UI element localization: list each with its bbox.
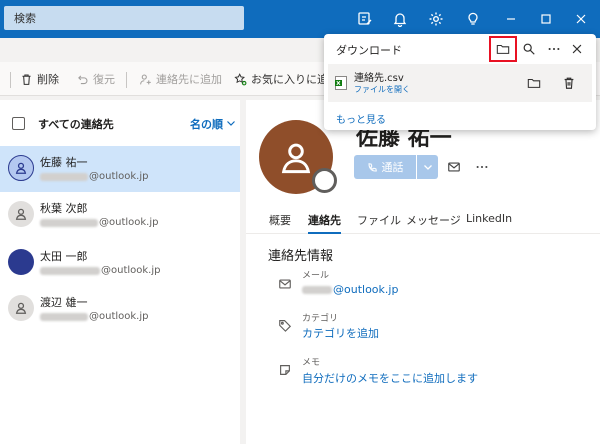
mail-icon — [279, 279, 291, 289]
star-add-icon — [234, 72, 247, 85]
search-placeholder: 検索 — [14, 12, 36, 25]
avatar — [8, 249, 34, 275]
note-icon — [280, 365, 290, 375]
list-header: すべての連絡先 名の順 — [0, 100, 240, 146]
call-label: 通話 — [381, 161, 404, 174]
delete-button[interactable]: 削除 — [20, 71, 59, 87]
person-icon — [15, 162, 27, 174]
memo-label: メモ — [302, 358, 321, 368]
email-domain: @outlook.jp — [101, 265, 161, 276]
chevron-down-icon — [423, 165, 432, 170]
downloads-popup: ダウンロード 連絡先.csv ファイルを開く もっと見る — [324, 34, 596, 130]
minimize-icon[interactable] — [502, 10, 520, 28]
avatar — [8, 155, 34, 181]
close-window-icon[interactable] — [572, 10, 590, 28]
contact-email: @outlook.jp — [40, 217, 159, 228]
list-item[interactable]: 渡辺 雄一 @outlook.jp — [0, 286, 240, 332]
email-domain: @outlook.jp — [89, 311, 149, 322]
presence-status — [312, 168, 337, 193]
title-bar: 検索 — [0, 0, 600, 38]
active-tab-indicator — [308, 232, 341, 234]
list-item[interactable]: 佐藤 祐一 @outlook.jp — [0, 146, 240, 192]
contact-name: 佐藤 祐一 — [40, 156, 88, 169]
mail-icon[interactable] — [446, 159, 462, 175]
email-domain: @outlook.jp — [99, 217, 159, 228]
restore-button[interactable]: 復元 — [76, 71, 115, 87]
tag-icon — [279, 320, 292, 332]
edit-note-icon[interactable] — [356, 10, 374, 28]
contact-email: @outlook.jp — [40, 311, 149, 322]
bell-icon[interactable] — [391, 10, 409, 28]
list-item[interactable]: 秋葉 次郎 @outlook.jp — [0, 192, 240, 238]
section-title: 連絡先情報 — [268, 249, 334, 264]
trash-icon[interactable] — [560, 74, 578, 92]
contact-detail-pane: 佐藤 祐一 通話 概要 連絡先 ファイル メッセージ LinkedIn 連絡先情… — [246, 100, 600, 444]
list-title: すべての連絡先 — [38, 118, 114, 131]
gear-icon[interactable] — [427, 10, 445, 28]
open-file-link[interactable]: ファイルを開く — [354, 84, 410, 95]
tab-contact[interactable]: 連絡先 — [308, 212, 341, 228]
avatar — [8, 295, 34, 321]
detail-tabs: 概要 連絡先 ファイル メッセージ LinkedIn — [246, 206, 600, 234]
redacted-email — [40, 218, 98, 227]
redacted-email — [302, 285, 332, 294]
memo-value[interactable]: 自分だけのメモをここに追加します — [302, 370, 478, 386]
trash-icon — [22, 74, 31, 85]
add-contact-button[interactable]: 連絡先に追加 — [139, 71, 222, 87]
phone-icon — [368, 162, 377, 172]
contacts-list: すべての連絡先 名の順 佐藤 祐一 @outlook.jp 秋葉 次郎 @out… — [0, 100, 240, 444]
sort-dropdown[interactable]: 名の順 — [190, 116, 223, 132]
call-button[interactable]: 通話 — [354, 155, 416, 179]
redacted-email — [40, 312, 88, 321]
undo-icon — [78, 74, 88, 84]
search-icon[interactable] — [520, 40, 538, 58]
person-icon — [15, 302, 27, 314]
restore-label: 復元 — [93, 73, 115, 86]
toolbar-divider — [10, 72, 11, 88]
category-label: カテゴリ — [302, 314, 339, 324]
tab-linkedin[interactable]: LinkedIn — [466, 212, 512, 225]
lightbulb-icon[interactable] — [464, 10, 482, 28]
email-value[interactable]: @outlook.jp — [302, 283, 398, 296]
contact-email: @outlook.jp — [40, 171, 149, 182]
email-domain: @outlook.jp — [333, 283, 399, 296]
redacted-email — [40, 172, 88, 181]
avatar — [8, 201, 34, 227]
excel-file-icon — [335, 76, 347, 90]
close-icon[interactable] — [568, 40, 586, 58]
person-icon — [281, 143, 311, 174]
tab-messages[interactable]: メッセージ — [406, 212, 461, 228]
downloads-title: ダウンロード — [336, 44, 402, 57]
list-item[interactable]: 太田 一郎 @outlook.jp — [0, 240, 240, 286]
tab-overview[interactable]: 概要 — [269, 212, 291, 228]
contact-name: 秋葉 次郎 — [40, 202, 88, 215]
tab-files[interactable]: ファイル — [357, 212, 401, 228]
person-icon — [15, 208, 27, 220]
email-label: メール — [302, 271, 330, 281]
search-box[interactable]: 検索 — [4, 6, 244, 30]
chevron-down-icon[interactable] — [226, 118, 236, 128]
toolbar-divider — [126, 72, 127, 88]
folder-icon[interactable] — [525, 74, 543, 92]
more-options-icon[interactable] — [474, 159, 490, 175]
add-contact-label: 連絡先に追加 — [156, 73, 222, 86]
file-name: 連絡先.csv — [354, 73, 404, 84]
contact-name: 太田 一郎 — [40, 250, 88, 263]
contact-email: @outlook.jp — [40, 265, 161, 276]
open-folder-icon[interactable] — [494, 40, 512, 58]
delete-label: 削除 — [37, 73, 59, 86]
see-more-link[interactable]: もっと見る — [336, 111, 386, 126]
download-item[interactable]: 連絡先.csv ファイルを開く — [328, 64, 592, 102]
email-domain: @outlook.jp — [89, 171, 149, 182]
person-add-icon — [140, 74, 151, 84]
redacted-email — [40, 266, 100, 275]
select-all-checkbox[interactable] — [12, 117, 25, 130]
more-options-icon[interactable] — [545, 40, 563, 58]
category-value[interactable]: カテゴリを追加 — [302, 325, 379, 341]
contact-name: 渡辺 雄一 — [40, 296, 88, 309]
call-dropdown[interactable] — [417, 155, 438, 179]
maximize-icon[interactable] — [537, 10, 555, 28]
